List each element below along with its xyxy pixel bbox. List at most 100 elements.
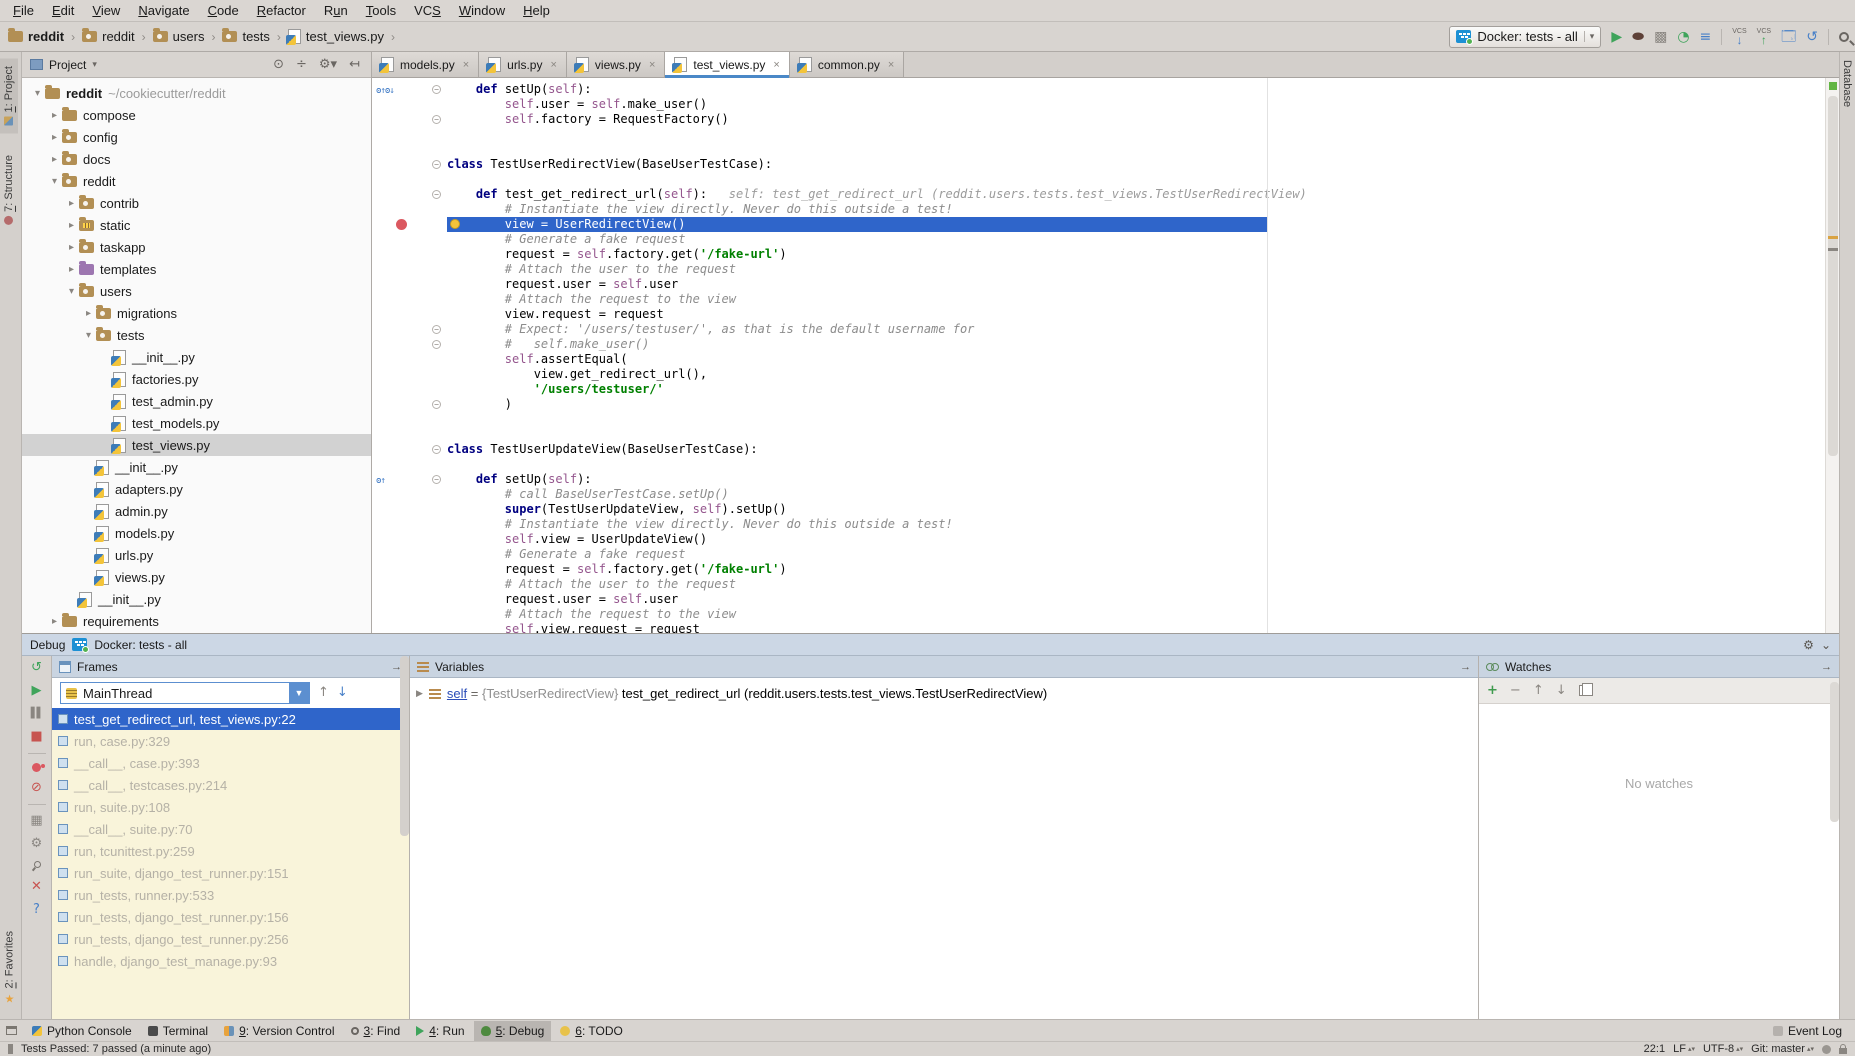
gutter[interactable] xyxy=(372,142,447,157)
tree-item-compose[interactable]: ▸compose xyxy=(22,104,371,126)
expand-arrow-icon[interactable]: ▸ xyxy=(47,616,62,627)
variable-row[interactable]: ▶ self = {TestUserRedirectView} test_get… xyxy=(410,678,1478,701)
resume-icon[interactable]: ▶ xyxy=(32,684,42,698)
tree-item-users[interactable]: ▾users xyxy=(22,280,371,302)
thread-selector[interactable]: MainThread ▼ xyxy=(60,682,310,704)
gutter[interactable] xyxy=(372,172,447,187)
revert-button[interactable]: ↺ xyxy=(1806,30,1818,44)
expand-arrow-icon[interactable]: ▾ xyxy=(30,88,45,99)
gutter[interactable]: − xyxy=(372,442,447,457)
scrollbar-thumb[interactable] xyxy=(1828,96,1838,456)
toolwindow-button-4-run[interactable]: 4: Run xyxy=(409,1021,471,1041)
scrollbar-thumb[interactable] xyxy=(1830,682,1839,822)
toolwindow-button-5-debug[interactable]: 5: Debug xyxy=(474,1021,552,1041)
frame-item[interactable]: __call__, case.py:393 xyxy=(52,752,409,774)
vcs-update-button[interactable]: VCS↓ xyxy=(1732,29,1746,45)
gutter[interactable] xyxy=(372,307,447,322)
code-line[interactable]: −class TestUserRedirectView(BaseUserTest… xyxy=(372,157,1825,172)
toolwindow-button-python-console[interactable]: Python Console xyxy=(25,1021,139,1041)
expand-arrow-icon[interactable]: ▸ xyxy=(64,242,79,253)
tree-item-views-py[interactable]: views.py xyxy=(22,566,371,588)
frame-item[interactable]: __call__, testcases.py:214 xyxy=(52,774,409,796)
expand-arrow-icon[interactable]: ▸ xyxy=(81,308,96,319)
tree-item-migrations[interactable]: ▸migrations xyxy=(22,302,371,324)
collapse-all-icon[interactable]: ÷ xyxy=(293,57,310,72)
code-line[interactable]: ꙩ↑ꙩ↓− def setUp(self): xyxy=(372,82,1825,97)
fold-marker-icon[interactable]: − xyxy=(432,400,441,409)
expand-arrow-icon[interactable]: ▾ xyxy=(64,286,79,297)
gutter[interactable] xyxy=(372,277,447,292)
tool-stripe-favorites[interactable]: ★2: Favorites xyxy=(0,923,19,1013)
search-icon[interactable] xyxy=(1839,32,1849,42)
settings-gear-icon[interactable]: ⚙ xyxy=(31,837,43,851)
menu-navigate[interactable]: Navigate xyxy=(129,0,198,21)
code-line[interactable]: −class TestUserUpdateView(BaseUserTestCa… xyxy=(372,442,1825,457)
frame-item[interactable]: run, suite.py:108 xyxy=(52,796,409,818)
gutter[interactable] xyxy=(372,427,447,442)
gutter[interactable] xyxy=(372,412,447,427)
menu-window[interactable]: Window xyxy=(450,0,514,21)
tool-stripe-structure[interactable]: 7: Structure xyxy=(0,147,18,233)
code-line[interactable]: request = self.factory.get('/fake-url') xyxy=(372,562,1825,577)
expand-arrow-icon[interactable]: ▸ xyxy=(47,154,62,165)
code-line[interactable]: self.view = UserUpdateView() xyxy=(372,532,1825,547)
gutter[interactable]: − xyxy=(372,322,447,337)
fold-marker-icon[interactable]: − xyxy=(432,160,441,169)
fold-marker-icon[interactable]: − xyxy=(432,475,441,484)
tool-stripe-database[interactable]: Database xyxy=(1841,60,1853,107)
code-line[interactable]: '/users/testuser/' xyxy=(372,382,1825,397)
menu-run[interactable]: Run xyxy=(315,0,357,21)
hide-panel-icon[interactable]: ↤ xyxy=(346,57,363,72)
tree-item-admin-py[interactable]: admin.py xyxy=(22,500,371,522)
tree-item-requirements[interactable]: ▸requirements xyxy=(22,610,371,632)
add-watch-icon[interactable]: + xyxy=(1487,683,1498,698)
file-encoding[interactable]: UTF-8▴▾ xyxy=(1703,1043,1743,1055)
caret-position[interactable]: 22:1 xyxy=(1644,1043,1665,1055)
line-separator[interactable]: LF▴▾ xyxy=(1673,1043,1695,1055)
gutter[interactable] xyxy=(372,202,447,217)
status-message[interactable]: Tests Passed: 7 passed (a minute ago) xyxy=(21,1043,211,1055)
toolwindow-button-3-find[interactable]: 3: Find xyxy=(344,1021,408,1041)
code-line[interactable]: # Attach the request to the view xyxy=(372,292,1825,307)
fold-marker-icon[interactable]: − xyxy=(432,325,441,334)
gutter[interactable] xyxy=(372,592,447,607)
lock-icon[interactable] xyxy=(1839,1048,1847,1054)
frame-item[interactable]: run_tests, django_test_runner.py:256 xyxy=(52,928,409,950)
coverage-button[interactable]: ▩ xyxy=(1654,30,1667,44)
menu-edit[interactable]: Edit xyxy=(43,0,83,21)
breadcrumb-item-tests[interactable]: tests xyxy=(220,29,271,44)
expand-arrow-icon[interactable]: ▸ xyxy=(47,132,62,143)
git-branch[interactable]: Git: master▴▾ xyxy=(1751,1043,1814,1055)
code-line[interactable]: # call BaseUserTestCase.setUp() xyxy=(372,487,1825,502)
close-icon[interactable]: × xyxy=(548,59,556,71)
code-line[interactable]: view.request = request xyxy=(372,307,1825,322)
frame-item[interactable]: handle, django_test_manage.py:93 xyxy=(52,950,409,972)
tool-window-switcher-icon[interactable] xyxy=(6,1026,17,1035)
code-line[interactable]: self.view.request = request xyxy=(372,622,1825,633)
tree-item-test_models-py[interactable]: test_models.py xyxy=(22,412,371,434)
tree-item-static[interactable]: ▸static xyxy=(22,214,371,236)
scrollbar-thumb[interactable] xyxy=(400,656,409,836)
hide-panel-icon[interactable]: → xyxy=(1821,661,1832,673)
close-icon[interactable]: × xyxy=(886,59,894,71)
gutter[interactable] xyxy=(372,382,447,397)
code-line[interactable]: # Instantiate the view directly. Never d… xyxy=(372,202,1825,217)
vcs-commit-button[interactable]: VCS↑ xyxy=(1757,29,1771,45)
tree-item-taskapp[interactable]: ▸taskapp xyxy=(22,236,371,258)
code-line[interactable] xyxy=(372,172,1825,187)
code-line[interactable]: view.get_redirect_url(), xyxy=(372,367,1825,382)
code-line[interactable]: self.user = self.make_user() xyxy=(372,97,1825,112)
tree-item-urls-py[interactable]: urls.py xyxy=(22,544,371,566)
editor-tab-test_views-py[interactable]: test_views.py× xyxy=(665,52,789,77)
code-line[interactable]: − # self.make_user() xyxy=(372,337,1825,352)
editor-tab-urls-py[interactable]: urls.py× xyxy=(479,52,567,77)
tree-item-__init__-py[interactable]: __init__.py xyxy=(22,346,371,368)
gutter[interactable] xyxy=(372,292,447,307)
tree-item-contrib[interactable]: ▸contrib xyxy=(22,192,371,214)
stop-icon[interactable]: ■ xyxy=(30,730,42,744)
highlighting-level-icon[interactable] xyxy=(1822,1045,1831,1054)
move-up-icon[interactable]: ↑ xyxy=(1533,683,1544,698)
tree-item-docs[interactable]: ▸docs xyxy=(22,148,371,170)
frame-item[interactable]: __call__, suite.py:70 xyxy=(52,818,409,840)
mute-breakpoints-icon[interactable]: ⊘ xyxy=(31,781,42,795)
